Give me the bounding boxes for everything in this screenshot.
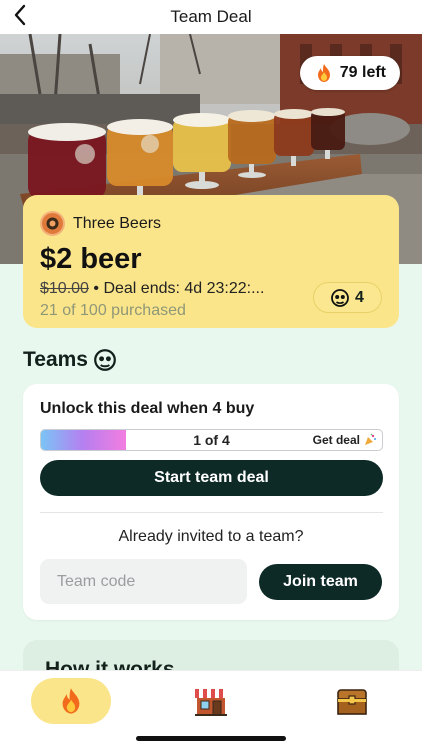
deal-card: Three Beers $2 beer $10.00 • Deal ends: … [23,195,399,328]
deal-ends-text: Deal ends: 4d 23:22:... [103,280,265,297]
meta-separator: • [88,280,104,297]
group-face-icon [331,288,349,307]
start-team-deal-button[interactable]: Start team deal [40,460,383,496]
home-indicator [136,736,286,741]
progress-cta-label: Get deal [312,433,360,447]
chevron-left-icon [14,4,26,26]
deal-title: $2 beer [40,243,142,275]
tab-chest[interactable] [314,678,390,724]
invited-prompt: Already invited to a team? [118,528,304,545]
merchant-logo [40,211,65,236]
teams-card: Unlock this deal when 4 buy 1 of 4 Get d… [23,384,399,620]
top-bar: Team Deal [0,0,422,34]
team-code-input[interactable] [40,559,247,604]
original-price: $10.00 [40,280,89,297]
merchant-row: Three Beers [40,211,382,236]
page-title: Team Deal [170,7,252,26]
fire-icon [317,64,330,82]
merchant-logo-icon [46,217,59,230]
merchant-name: Three Beers [73,214,162,232]
treasure-chest-icon [337,689,367,715]
deals-left-badge: 79 left [299,56,400,90]
progress-cta: Get deal [313,433,377,447]
tab-deals[interactable] [31,678,111,724]
group-face-icon [94,349,116,371]
divider [40,512,383,513]
teams-heading-label: Teams [23,348,88,371]
party-popper-icon [365,433,376,445]
team-progress-bar: 1 of 4 Get deal [40,429,383,451]
teams-heading: Teams [23,348,116,372]
tab-shop[interactable] [173,678,249,724]
join-row: Join team [40,559,382,604]
deals-left-label: 79 left [339,64,386,81]
team-size-badge[interactable]: 4 [313,282,382,313]
fire-icon [62,688,80,714]
team-size-label: 4 [355,288,364,306]
back-button[interactable] [8,3,32,27]
join-team-button[interactable]: Join team [259,563,382,600]
unlock-text: Unlock this deal when 4 buy [40,400,255,417]
store-icon [195,689,227,716]
